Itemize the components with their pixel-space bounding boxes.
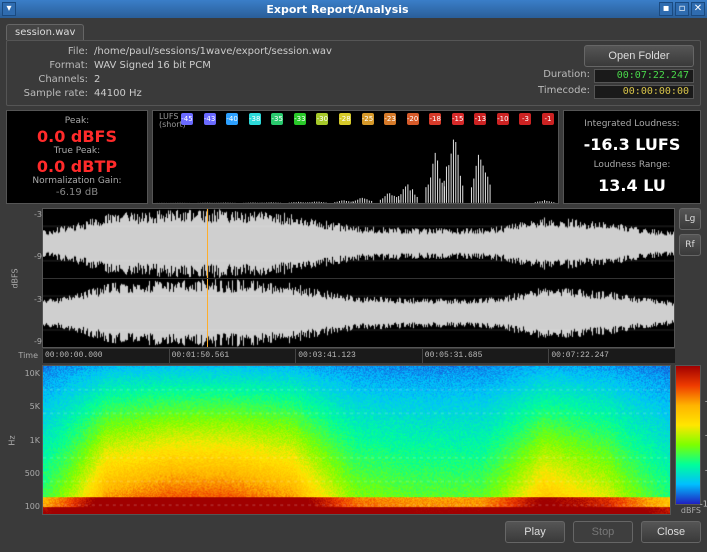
time-tick: 00:07:22.247: [548, 349, 675, 363]
range-label: Loudness Range:: [570, 160, 694, 170]
waveform-scale-tick: -3: [24, 210, 42, 219]
playhead-marker[interactable]: [207, 209, 208, 278]
legend-tick: -30: [703, 396, 707, 405]
maximize-button[interactable]: ▫: [675, 2, 689, 16]
minimize-button[interactable]: ▪: [659, 2, 673, 16]
loudness-panel: Integrated Loudness: -16.3 LUFS Loudness…: [563, 110, 701, 204]
peak-label: Peak:: [13, 116, 141, 126]
lufs-marker: -25: [362, 113, 374, 125]
time-tick: 00:05:31.685: [422, 349, 549, 363]
samplerate-value: 44100 Hz: [94, 87, 142, 101]
lufs-marker: -13: [474, 113, 486, 125]
waveform-scale-tick: -9: [24, 252, 42, 261]
integrated-label: Integrated Loudness:: [570, 119, 694, 129]
spectro-ytick: 100: [20, 502, 40, 511]
truepeak-label: True Peak:: [13, 146, 141, 156]
integrated-value: -16.3 LUFS: [570, 135, 694, 154]
file-label: File:: [13, 45, 88, 59]
waveform-display[interactable]: [42, 208, 675, 348]
range-value: 13.4 LU: [570, 176, 694, 195]
channels-label: Channels:: [13, 73, 88, 87]
lufs-marker: -23: [384, 113, 396, 125]
waveform-scale-tick: -3: [24, 295, 42, 304]
legend-tick: -120: [698, 500, 707, 509]
lufs-marker: -35: [271, 113, 283, 125]
lufs-marker: -20: [407, 113, 419, 125]
window-title: Export Report/Analysis: [18, 3, 657, 16]
lufs-marker: -38: [249, 113, 261, 125]
system-menu-icon[interactable]: ▾: [2, 2, 16, 16]
legend-tick: -60: [703, 431, 707, 440]
lufs-marker: -30: [316, 113, 328, 125]
samplerate-label: Sample rate:: [13, 87, 88, 101]
time-tick: 00:00:00.000: [42, 349, 169, 363]
truepeak-value: 0.0 dBTP: [13, 157, 141, 176]
time-tick: 00:03:41.123: [295, 349, 422, 363]
format-label: Format:: [13, 59, 88, 73]
waveform-scale-tick: -9: [24, 337, 42, 346]
lufs-marker: -33: [294, 113, 306, 125]
format-value: WAV Signed 16 bit PCM: [94, 59, 211, 73]
play-button[interactable]: Play: [505, 521, 565, 543]
file-metadata-panel: File: /home/paul/sessions/1wave/export/se…: [6, 40, 701, 106]
spectro-ytick: 5K: [20, 402, 40, 411]
peak-value: 0.0 dBFS: [13, 127, 141, 146]
norm-value: -6.19 dB: [13, 187, 141, 198]
lufs-histogram: LUFS (short) Multiplicity -45-43-40-38-3…: [152, 110, 559, 204]
playhead-marker[interactable]: [207, 279, 208, 348]
spectro-ytick: 10K: [20, 369, 40, 378]
spectrogram-axis-label: Hz: [8, 435, 17, 445]
timecode-label: Timecode:: [538, 85, 590, 99]
norm-label: Normalization Gain:: [13, 176, 141, 186]
time-label: Time: [6, 349, 42, 363]
duration-value: 00:07:22.247: [594, 69, 694, 83]
time-tick: 00:01:50.561: [169, 349, 296, 363]
tab-session[interactable]: session.wav: [6, 24, 84, 40]
timecode-value: 00:00:00:00: [594, 85, 694, 99]
stop-button[interactable]: Stop: [573, 521, 633, 543]
channels-value: 2: [94, 73, 100, 87]
close-window-button[interactable]: ✕: [691, 2, 705, 16]
lufs-marker: -15: [452, 113, 464, 125]
tab-strip: session.wav: [6, 22, 701, 40]
spectro-ytick: 1K: [20, 436, 40, 445]
close-button[interactable]: Close: [641, 521, 701, 543]
lufs-marker: -3: [519, 113, 531, 125]
legend-tick: -90: [703, 465, 707, 474]
waveform-axis-label: dBFS: [11, 268, 20, 288]
spectro-ytick: 500: [20, 469, 40, 478]
file-value: /home/paul/sessions/1wave/export/session…: [94, 45, 332, 59]
lufs-marker: -28: [339, 113, 351, 125]
lufs-marker: -1: [542, 113, 554, 125]
peak-panel: Peak: 0.0 dBFS True Peak: 0.0 dBTP Norma…: [6, 110, 148, 204]
waveform-tool-rf[interactable]: Rf: [679, 234, 701, 256]
spectrogram-display[interactable]: [42, 365, 671, 515]
open-folder-button[interactable]: Open Folder: [584, 45, 694, 67]
lufs-marker: -18: [429, 113, 441, 125]
duration-label: Duration:: [543, 69, 590, 83]
waveform-tool-lg[interactable]: Lg: [679, 208, 701, 230]
color-legend: 0-30-60-90-120: [675, 365, 701, 505]
lufs-marker: -10: [497, 113, 509, 125]
title-bar: ▾ Export Report/Analysis ▪ ▫ ✕: [0, 0, 707, 18]
lufs-marker: -40: [226, 113, 238, 125]
lufs-marker: -43: [204, 113, 216, 125]
time-ruler[interactable]: 00:00:00.00000:01:50.56100:03:41.12300:0…: [42, 349, 675, 363]
lufs-marker: -45: [181, 113, 193, 125]
